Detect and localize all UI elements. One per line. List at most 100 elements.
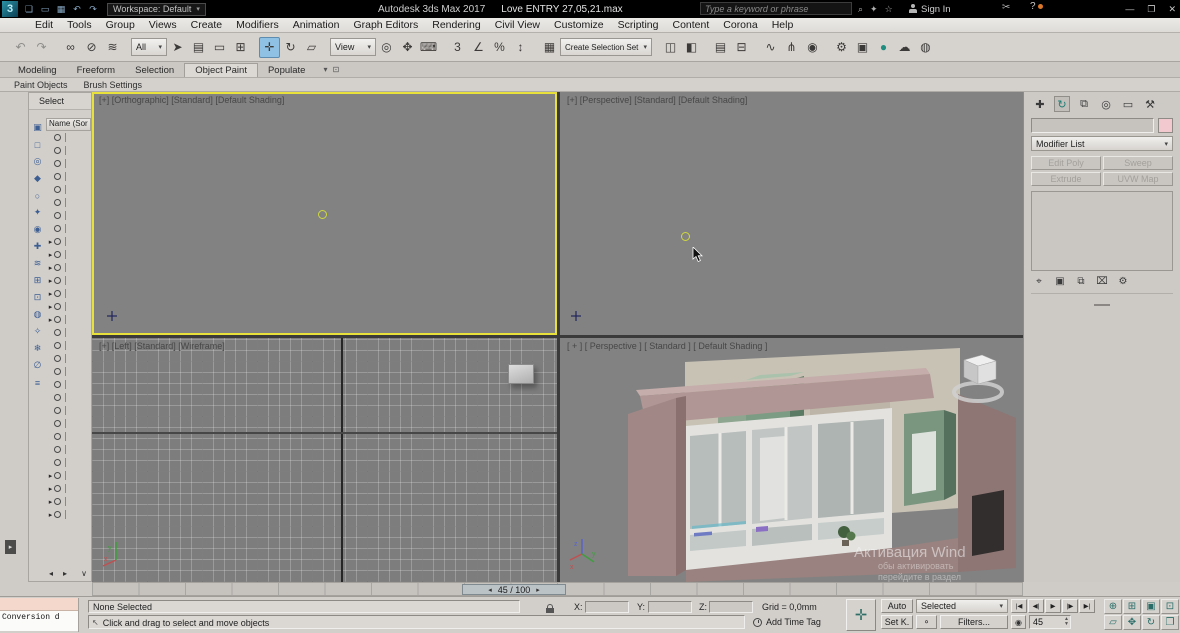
modifier-button[interactable]: Extrude [1031,172,1101,186]
expand-panel-arrow-icon[interactable]: ▸ [5,540,16,554]
open-file-icon[interactable]: ▭ [37,4,53,15]
explorer-row[interactable] [46,209,91,222]
menu-item[interactable]: Civil View [488,19,547,31]
explorer-row[interactable] [46,352,91,365]
explorer-row[interactable] [46,365,91,378]
listener-macro-pane[interactable] [0,598,78,611]
expand-arrow-icon[interactable]: ▸ [47,303,54,311]
expand-arrow-icon[interactable]: ▸ [47,264,54,272]
key-mode-toggle-icon[interactable]: ◉ [1011,615,1026,629]
explorer-row[interactable] [46,170,91,183]
rollout-handle[interactable] [1094,304,1110,306]
zoom-extents-all-icon[interactable]: ⊡ [1161,599,1179,614]
help-button[interactable]: ? [1030,1,1043,12]
mirror-icon[interactable]: ◫ [660,37,681,58]
field-of-view-icon[interactable]: ▱ [1104,615,1122,630]
window-crossing-icon[interactable]: ⊞ [230,37,251,58]
next-frame-arrow-icon[interactable]: ▸ [536,586,540,594]
frame-number-field[interactable]: 45 ▲▼ [1029,615,1071,629]
scissors-icon[interactable]: ✂ [1002,2,1010,13]
explorer-row[interactable]: ▸ [46,508,91,521]
sign-in-button[interactable]: Sign In [908,0,951,18]
menu-item[interactable]: Views [142,19,184,31]
display-lights-icon[interactable]: ✦ [30,205,45,220]
explorer-row[interactable] [46,404,91,417]
save-file-icon[interactable]: ▦ [53,4,69,15]
redo-icon[interactable]: ↷ [31,37,52,58]
percent-snap-icon[interactable]: % [489,37,510,58]
expand-arrow-icon[interactable]: ▸ [47,238,54,246]
explorer-row[interactable]: ▸ [46,469,91,482]
hierarchy-tab-icon[interactable]: ⧉ [1076,96,1092,112]
minimize-icon[interactable]: — [1125,4,1134,14]
explorer-row[interactable] [46,326,91,339]
select-and-manipulate-icon[interactable]: ✥ [397,37,418,58]
display-shapes-icon[interactable]: ○ [30,188,45,203]
explorer-settings-icon[interactable]: ≡ [30,375,45,390]
ribbon-minimize-icon[interactable]: ⊡ [332,65,339,74]
maximize-icon[interactable]: ❐ [1147,4,1155,15]
layer-manager-icon[interactable]: ▤ [710,37,731,58]
modifier-list-dropdown[interactable]: Modifier List ▾ [1031,136,1173,151]
spinner-snap-icon[interactable]: ↕ [510,37,531,58]
viewport-label[interactable]: [+] [Perspective] [Standard] [Default Sh… [567,95,747,105]
motion-tab-icon[interactable]: ◎ [1098,96,1114,112]
play-icon[interactable]: ▶ [1045,599,1061,613]
pick-object-icon[interactable]: ▣ [30,120,45,135]
display-groups-icon[interactable]: ⊞ [30,273,45,288]
scene-explorer-title[interactable]: Select [29,93,91,110]
viewport-left[interactable]: [+] [Left] [Standard] [Wireframe] y x [92,338,557,582]
undo-icon[interactable]: ↶ [10,37,31,58]
modifier-stack[interactable] [1031,191,1173,271]
ribbon-tab[interactable]: Freeform [67,64,126,77]
menu-item[interactable]: Content [665,19,716,31]
go-to-start-icon[interactable]: |◀ [1011,599,1027,613]
named-selection-dropdown[interactable]: Create Selection Set [560,38,652,56]
utilities-tab-icon[interactable]: ⚒ [1142,96,1158,112]
bind-to-space-warp-icon[interactable]: ≋ [102,37,123,58]
render-production-icon[interactable]: ● [873,37,894,58]
communication-center-icon[interactable]: ✦ [870,4,878,15]
modify-tab-icon[interactable]: ↻ [1054,96,1070,112]
next-frame-icon[interactable]: |▶ [1062,599,1078,613]
menu-item[interactable]: Graph Editors [346,19,425,31]
expand-arrow-icon[interactable]: ▸ [47,290,54,298]
object-name-field[interactable] [1031,118,1154,133]
menu-item[interactable]: Scripting [611,19,666,31]
go-to-end-icon[interactable]: ▶| [1079,599,1095,613]
display-spacewarps-icon[interactable]: ≋ [30,256,45,271]
viewport-perspective-main[interactable]: [ + ] [ Perspective ] [ Standard ] [ Def… [560,338,1023,582]
select-object-icon[interactable]: ➤ [167,37,188,58]
curve-editor-icon[interactable]: ∿ [760,37,781,58]
explorer-row[interactable] [46,339,91,352]
pan-icon[interactable]: ✥ [1123,615,1141,630]
edit-selection-sets-icon[interactable]: ▦ [539,37,560,58]
explorer-row[interactable]: ▸ [46,495,91,508]
maximize-viewport-icon[interactable]: ❐ [1161,615,1179,630]
ribbon-subtab[interactable]: Brush Settings [76,80,151,90]
display-tab-icon[interactable]: ▭ [1120,96,1136,112]
scroll-right-icon[interactable]: ▸ [63,569,67,578]
ribbon-tab[interactable]: Populate [258,64,316,77]
remove-modifier-icon[interactable]: ⌧ [1094,274,1110,289]
search-icon[interactable]: ⌕ [858,4,863,15]
explorer-row[interactable]: ▸ [46,235,91,248]
timeline-track[interactable]: ◂ 45 / 100 ▸ [92,582,1023,596]
expand-arrow-icon[interactable]: ▸ [47,472,54,480]
explorer-row[interactable] [46,222,91,235]
select-none-icon[interactable]: □ [30,137,45,152]
viewcube-icon[interactable] [508,364,534,384]
favorites-icon[interactable]: ☆ [885,4,893,15]
ribbon-subtab[interactable]: Paint Objects [6,80,76,90]
display-cameras-icon[interactable]: ◉ [30,222,45,237]
menu-item[interactable]: Modifiers [229,19,286,31]
explorer-row[interactable]: ▸ [46,287,91,300]
explorer-row[interactable] [46,378,91,391]
object-color-swatch[interactable] [1158,118,1173,133]
explorer-row[interactable] [46,196,91,209]
viewport-orthographic[interactable]: [+] [Orthographic] [Standard] [Default S… [92,92,557,335]
display-xrefs-icon[interactable]: ⊡ [30,290,45,305]
key-filters-icon[interactable]: ⚬ [916,615,937,629]
selection-lock-icon[interactable] [543,600,557,613]
material-editor-icon[interactable]: ◉ [802,37,823,58]
